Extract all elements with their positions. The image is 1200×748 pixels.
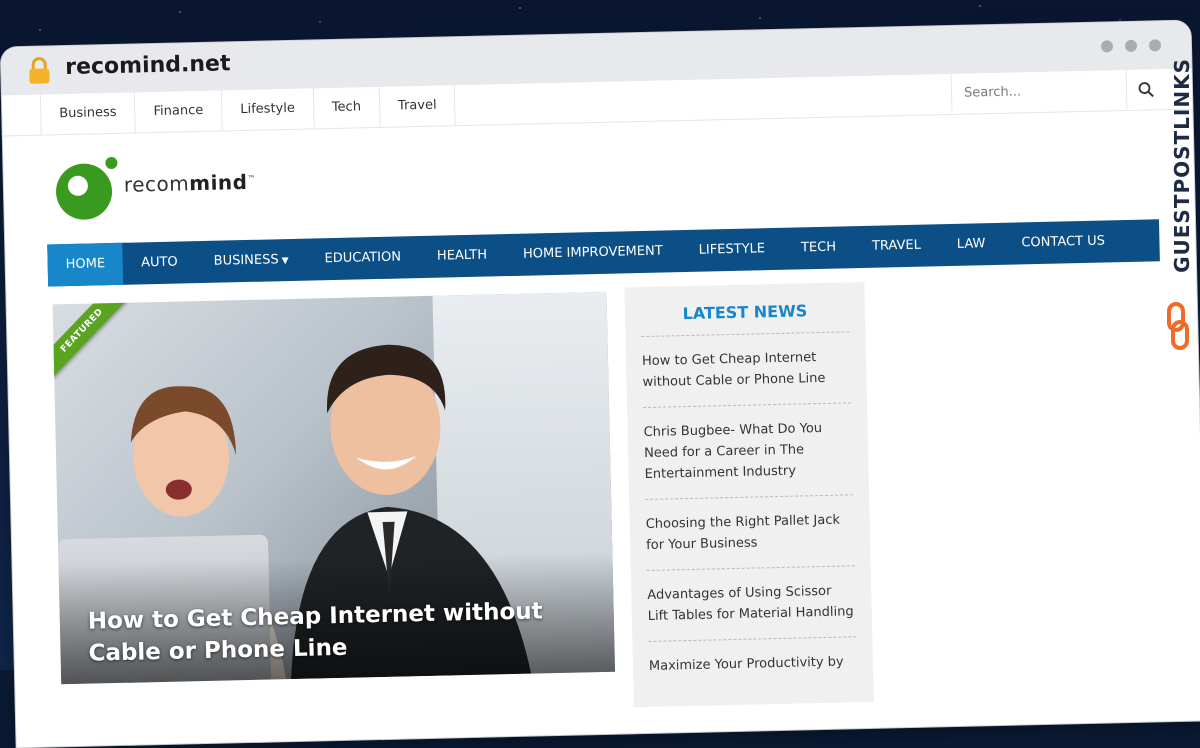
logo-mark-icon [56, 157, 118, 220]
main-nav-item-health[interactable]: HEALTH [419, 234, 506, 278]
window-dot-3[interactable] [1148, 39, 1162, 52]
main-nav-item-business[interactable]: BUSINESS ▼ [195, 239, 307, 284]
search-icon [1138, 82, 1154, 98]
main-nav-item-law[interactable]: LAW [938, 223, 1004, 266]
main-nav-item-tech[interactable]: TECH [783, 226, 855, 270]
main-nav-item-travel[interactable]: TRAVEL [854, 224, 940, 268]
url-text[interactable]: recomind.net [65, 51, 231, 80]
latest-news-list: How to Get Cheap Internet without Cable … [641, 331, 858, 691]
web-page: Business Finance Lifestyle Tech Travel S… [1, 68, 1200, 748]
latest-news-item[interactable]: How to Get Cheap Internet without Cable … [641, 331, 852, 408]
latest-news-item[interactable]: Choosing the Right Pallet Jack for Your … [645, 494, 855, 570]
logo-wordmark: recommind™ [124, 170, 257, 197]
latest-news-widget: LATEST NEWS How to Get Cheap Internet wi… [624, 281, 874, 708]
browser-window: recomind.net Business Finance Lifestyle … [0, 0, 1200, 748]
featured-post[interactable]: FEATURED How to Get Cheap Internet witho… [52, 291, 616, 685]
main-nav-item-home[interactable]: HOME [47, 242, 124, 287]
window-dot-2[interactable] [1124, 39, 1138, 53]
chevron-down-icon: ▼ [281, 256, 289, 267]
top-nav-item-travel[interactable]: Travel [378, 85, 457, 127]
latest-news-item[interactable]: Maximize Your Productivity by [648, 636, 858, 691]
main-nav-business-label: BUSINESS [213, 252, 279, 269]
logo-prefix: recom [123, 171, 190, 197]
browser-frame: recomind.net Business Finance Lifestyle … [0, 20, 1200, 748]
main-nav-item-home-improvement[interactable]: HOME IMPROVEMENT [505, 230, 682, 276]
main-nav-item-contact-us[interactable]: CONTACT US [1003, 220, 1123, 265]
top-nav-list: Business Finance Lifestyle Tech Travel [39, 85, 457, 135]
search-button[interactable] [1125, 69, 1165, 110]
top-nav-item-business[interactable]: Business [39, 92, 136, 135]
top-nav-item-lifestyle[interactable]: Lifestyle [220, 88, 314, 131]
main-nav-item-education[interactable]: EDUCATION [306, 236, 419, 281]
logo-suffix: mind [188, 169, 248, 196]
link-chain-icon [1167, 302, 1189, 350]
featured-title[interactable]: How to Get Cheap Internet without Cable … [87, 594, 584, 669]
top-nav-item-tech[interactable]: Tech [312, 86, 380, 129]
search-box [950, 69, 1165, 114]
guestpostlinks-badge: GUESTPOSTLINKS [1170, 58, 1194, 273]
search-input[interactable] [951, 70, 1127, 112]
main-nav-item-lifestyle[interactable]: LIFESTYLE [680, 228, 783, 272]
top-nav-item-finance[interactable]: Finance [134, 90, 222, 133]
window-dot-1[interactable] [1100, 40, 1114, 53]
window-controls [1100, 39, 1162, 53]
main-nav-item-auto[interactable]: AUTO [123, 241, 197, 285]
site-logo[interactable]: recommind™ [53, 148, 257, 223]
latest-news-item[interactable]: Chris Bugbee- What Do You Need for a Car… [643, 402, 854, 500]
lock-icon [29, 57, 50, 84]
latest-news-item[interactable]: Advantages of Using Scissor Lift Tables … [646, 565, 857, 641]
logo-trademark: ™ [247, 174, 256, 184]
latest-news-heading: LATEST NEWS [682, 301, 808, 324]
main-nav: HOME AUTO BUSINESS ▼ EDUCATION HEALTH HOM… [47, 219, 1160, 287]
